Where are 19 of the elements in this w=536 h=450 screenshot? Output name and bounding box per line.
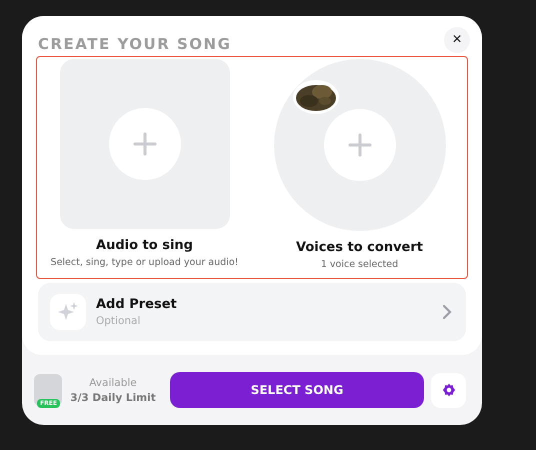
chevron-icon xyxy=(442,304,452,320)
select-song-button[interactable]: SELECT SONG xyxy=(170,372,424,408)
preset-row[interactable]: Add Preset Optional xyxy=(38,283,466,341)
preset-subtitle: Optional xyxy=(96,315,142,327)
source-subtitle: 1 voice selected xyxy=(320,259,398,270)
upload-tile[interactable] xyxy=(60,59,230,229)
settings-icon xyxy=(442,383,456,397)
sparkle-icon xyxy=(50,294,86,330)
source-label: Voices to convert xyxy=(296,240,423,255)
plus-icon xyxy=(348,133,372,157)
settings-button[interactable] xyxy=(431,372,466,408)
daily-limit: 3/3 Daily Limit xyxy=(70,392,156,404)
source-subtitle: Select, sing, type or upload your audio! xyxy=(50,257,238,268)
preset-title: Add Preset xyxy=(96,297,178,312)
close-button[interactable]: × xyxy=(444,27,470,53)
dialog-title: CREATE YOUR SONG xyxy=(38,35,232,53)
availability-label: Available xyxy=(89,376,137,388)
source-label: Audio to sing xyxy=(96,238,193,253)
plus-icon xyxy=(132,132,156,156)
